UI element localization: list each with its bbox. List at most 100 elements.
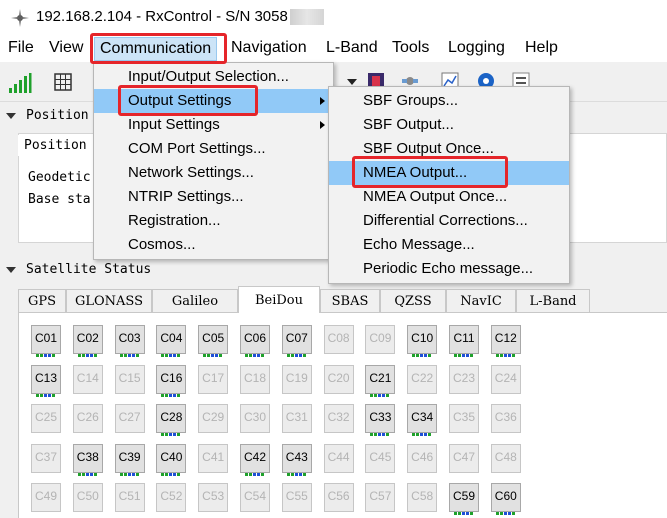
- satellite-button-c34[interactable]: C34: [407, 404, 438, 436]
- satellite-button-c39[interactable]: C39: [114, 443, 145, 476]
- satellite-button-c11[interactable]: C11: [449, 325, 479, 357]
- menu-l-band[interactable]: L-Band: [322, 39, 382, 57]
- menu-logging[interactable]: Logging: [444, 39, 509, 57]
- menu-item-com-port-settings[interactable]: COM Port Settings...: [94, 137, 333, 161]
- menu-communication[interactable]: Communication: [94, 37, 218, 61]
- satellite-button-c05[interactable]: C05: [198, 325, 229, 357]
- tab-qzss[interactable]: QZSS: [380, 289, 446, 312]
- satellite-button-c38[interactable]: C38: [72, 443, 103, 476]
- satellite-button-c28[interactable]: C28: [156, 404, 187, 436]
- satellite-button-c04[interactable]: C04: [156, 325, 187, 357]
- satellite-button-c59[interactable]: C59: [449, 483, 479, 515]
- satellite-button-c12[interactable]: C12: [490, 325, 521, 357]
- menu-item-registration[interactable]: Registration...: [94, 209, 333, 233]
- satellite-button-c44[interactable]: C44: [323, 443, 354, 473]
- satellite-button-c09[interactable]: C09: [365, 325, 396, 354]
- satellite-button-c35[interactable]: C35: [449, 404, 479, 433]
- menu-item-differential-corrections[interactable]: Differential Corrections...: [329, 209, 569, 233]
- satellite-button-c32[interactable]: C32: [323, 404, 354, 433]
- satellite-button-c57[interactable]: C57: [365, 483, 396, 512]
- collapse-caret-icon[interactable]: [6, 112, 16, 119]
- satellite-button-c20[interactable]: C20: [323, 364, 354, 394]
- menu-item-output-settings[interactable]: Output Settings: [94, 89, 333, 113]
- menu-help[interactable]: Help: [521, 39, 562, 57]
- satellite-button-c37[interactable]: C37: [31, 443, 61, 473]
- menu-item-nmea-output[interactable]: NMEA Output...: [329, 161, 569, 185]
- satellite-button-c55[interactable]: C55: [281, 483, 312, 512]
- satellite-button-c10[interactable]: C10: [407, 325, 438, 357]
- tab-gps[interactable]: GPS: [18, 289, 66, 312]
- menu-item-network-settings[interactable]: Network Settings...: [94, 161, 333, 185]
- menu-item-ntrip-settings[interactable]: NTRIP Settings...: [94, 185, 333, 209]
- satellite-status-header[interactable]: Satellite Status: [6, 262, 151, 277]
- satellite-button-c42[interactable]: C42: [240, 443, 270, 476]
- satellite-button-c36[interactable]: C36: [490, 404, 521, 433]
- satellite-button-c53[interactable]: C53: [198, 483, 229, 512]
- satellite-button-c17[interactable]: C17: [198, 364, 229, 394]
- satellite-button-c13[interactable]: C13: [31, 364, 61, 397]
- menu-item-sbf-groups[interactable]: SBF Groups...: [329, 89, 569, 113]
- satellite-button-c40[interactable]: C40: [156, 443, 187, 476]
- satellite-button-c49[interactable]: C49: [31, 483, 61, 512]
- satellite-button-c06[interactable]: C06: [240, 325, 270, 357]
- satellite-button-c54[interactable]: C54: [240, 483, 270, 512]
- satellite-button-c15[interactable]: C15: [114, 364, 145, 394]
- satellite-button-c22[interactable]: C22: [407, 364, 438, 394]
- tab-l-band[interactable]: L-Band: [516, 289, 590, 312]
- satellite-button-c43[interactable]: C43: [281, 443, 312, 476]
- satellite-button-c03[interactable]: C03: [114, 325, 145, 357]
- satellite-button-c56[interactable]: C56: [323, 483, 354, 512]
- satellite-button-c08[interactable]: C08: [323, 325, 354, 354]
- satellite-button-c51[interactable]: C51: [114, 483, 145, 512]
- satellite-button-c27[interactable]: C27: [114, 404, 145, 433]
- satellite-button-c33[interactable]: C33: [365, 404, 396, 436]
- tab-galileo[interactable]: Galileo: [152, 289, 238, 312]
- satellite-button-c26[interactable]: C26: [72, 404, 103, 433]
- satellite-button-c41[interactable]: C41: [198, 443, 229, 473]
- collapse-caret-icon[interactable]: [6, 266, 16, 273]
- satellite-button-c60[interactable]: C60: [490, 483, 521, 515]
- menu-item-input-output-selection[interactable]: Input/Output Selection...: [94, 65, 333, 89]
- satellite-button-c14[interactable]: C14: [72, 364, 103, 394]
- tab-navic[interactable]: NavIC: [446, 289, 516, 312]
- satellite-button-c47[interactable]: C47: [449, 443, 479, 473]
- menu-item-echo-message[interactable]: Echo Message...: [329, 233, 569, 257]
- grid-view-icon[interactable]: [54, 73, 72, 91]
- menu-item-sbf-output-once[interactable]: SBF Output Once...: [329, 137, 569, 161]
- satellite-button-c50[interactable]: C50: [72, 483, 103, 512]
- tab-beidou[interactable]: BeiDou: [238, 286, 320, 313]
- tab-position[interactable]: Position: [18, 135, 93, 156]
- satellite-button-c25[interactable]: C25: [31, 404, 61, 433]
- menu-view[interactable]: View: [45, 39, 87, 57]
- satellite-button-c23[interactable]: C23: [449, 364, 479, 394]
- satellite-label: C04: [160, 331, 183, 345]
- satellite-button-c29[interactable]: C29: [198, 404, 229, 433]
- menu-item-sbf-output[interactable]: SBF Output...: [329, 113, 569, 137]
- menu-file[interactable]: File: [4, 39, 38, 57]
- menu-item-nmea-output-once[interactable]: NMEA Output Once...: [329, 185, 569, 209]
- signal-strength-icon[interactable]: [8, 72, 32, 94]
- satellite-button-c31[interactable]: C31: [281, 404, 312, 433]
- satellite-button-c21[interactable]: C21: [365, 364, 396, 397]
- satellite-button-c19[interactable]: C19: [281, 364, 312, 394]
- menu-navigation[interactable]: Navigation: [227, 39, 311, 57]
- menu-tools[interactable]: Tools: [388, 39, 433, 57]
- satellite-button-c46[interactable]: C46: [407, 443, 438, 473]
- menu-item-periodic-echo-message[interactable]: Periodic Echo message...: [329, 257, 569, 281]
- tab-sbas[interactable]: SBAS: [320, 289, 380, 312]
- menu-item-input-settings[interactable]: Input Settings: [94, 113, 333, 137]
- satellite-button-c30[interactable]: C30: [240, 404, 270, 433]
- satellite-button-c02[interactable]: C02: [72, 325, 103, 357]
- satellite-button-c16[interactable]: C16: [156, 364, 187, 397]
- position-section-header[interactable]: Position: [6, 108, 89, 123]
- satellite-button-c24[interactable]: C24: [490, 364, 521, 394]
- satellite-button-c52[interactable]: C52: [156, 483, 187, 512]
- satellite-button-c18[interactable]: C18: [240, 364, 270, 394]
- satellite-button-c07[interactable]: C07: [281, 325, 312, 357]
- menu-item-cosmos[interactable]: Cosmos...: [94, 233, 333, 257]
- satellite-button-c45[interactable]: C45: [365, 443, 396, 473]
- satellite-button-c01[interactable]: C01: [31, 325, 61, 357]
- satellite-button-c58[interactable]: C58: [407, 483, 438, 512]
- satellite-button-c48[interactable]: C48: [490, 443, 521, 473]
- tab-glonass[interactable]: GLONASS: [66, 289, 152, 312]
